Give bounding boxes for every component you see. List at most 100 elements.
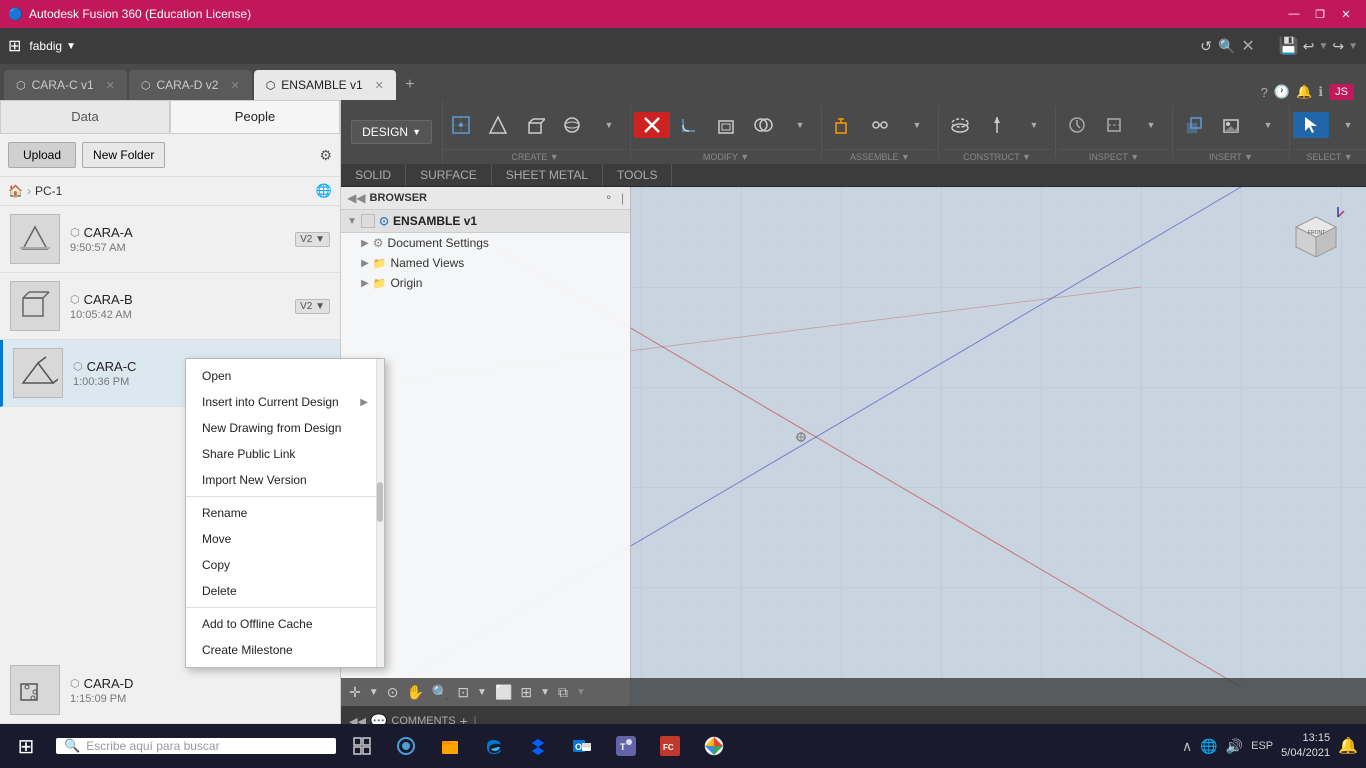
info-icon[interactable]: ℹ <box>1318 84 1323 100</box>
redo-chevron-icon[interactable]: ▼ <box>1348 41 1358 52</box>
history-icon[interactable]: 🕐 <box>1274 84 1290 100</box>
create-sketch-button[interactable] <box>443 112 479 138</box>
taskbar-app-chrome[interactable] <box>692 724 736 768</box>
assemble-new-component-button[interactable] <box>825 112 861 138</box>
vp-tab-solid[interactable]: SOLID <box>341 164 406 186</box>
modify-combine-button[interactable] <box>745 112 781 138</box>
create-revolve-button[interactable] <box>554 112 590 138</box>
assemble-more-button[interactable]: ▼ <box>899 117 935 133</box>
help-icon[interactable]: ? <box>1261 85 1268 100</box>
sidebar-settings-icon[interactable]: ⚙ <box>320 147 333 164</box>
sidebar-tab-people[interactable]: People <box>170 100 340 133</box>
taskbar-app-files[interactable] <box>428 724 472 768</box>
inspect-measure-button[interactable] <box>1059 112 1095 138</box>
language-indicator[interactable]: ESP <box>1251 740 1273 752</box>
ctx-insert[interactable]: Insert into Current Design ▶ <box>186 389 340 415</box>
vp-tab-sheet-metal[interactable]: SHEET METAL <box>492 164 603 186</box>
insert-canvas-button[interactable] <box>1213 112 1249 138</box>
zoom-fit-icon[interactable]: ⊡ <box>457 684 469 701</box>
sidebar-tab-data[interactable]: Data <box>0 100 170 133</box>
orbit-icon[interactable]: ⊙ <box>387 684 399 701</box>
ctx-milestone[interactable]: Create Milestone <box>186 637 340 663</box>
ctx-rename[interactable]: Rename <box>186 500 340 526</box>
add-tab-button[interactable]: + <box>398 70 422 100</box>
modify-more-button[interactable]: ▼ <box>782 117 818 133</box>
taskbar-app-freecad[interactable]: FC <box>648 724 692 768</box>
workspace-selector[interactable]: fabdig ▼ <box>29 39 76 53</box>
ctx-add-offline[interactable]: Add to Offline Cache <box>186 611 340 637</box>
redo-icon[interactable]: ↪ <box>1332 38 1344 55</box>
browser-root-vis-icon[interactable] <box>361 214 375 228</box>
breadcrumb-home-icon[interactable]: 🏠 <box>8 184 23 198</box>
start-button[interactable]: ⊞ <box>0 724 52 768</box>
tray-volume-icon[interactable]: 🔊 <box>1226 738 1243 755</box>
taskbar-app-outlook[interactable]: O <box>560 724 604 768</box>
refresh-icon[interactable]: ↺ <box>1200 38 1212 55</box>
modify-press-pull-button[interactable] <box>634 112 670 138</box>
maximize-button[interactable]: ❐ <box>1308 4 1332 24</box>
cara-d-tab-close[interactable]: ✕ <box>230 79 239 92</box>
taskbar-app-cortana[interactable] <box>384 724 428 768</box>
ctx-delete[interactable]: Delete <box>186 578 340 604</box>
file-item-cara-b[interactable]: ⬡ CARA-B 10:05:42 AM V2 ▼ <box>0 273 340 340</box>
time-display[interactable]: 13:15 5/04/2021 <box>1281 731 1330 762</box>
taskbar-app-edge[interactable] <box>472 724 516 768</box>
tray-up-icon[interactable]: ∧ <box>1182 738 1192 755</box>
pan-dropdown-icon[interactable]: ▼ <box>369 687 379 698</box>
construct-offset-plane-button[interactable] <box>942 112 978 138</box>
tab-cara-c[interactable]: ⬡ CARA-C v1 ✕ <box>4 70 127 100</box>
viewport-area[interactable]: ◀◀ BROWSER ⚬ | ▼ ⊙ ENSAMBLE v1 ▶ ⚙ Docum… <box>341 187 1366 706</box>
inspect-section-button[interactable] <box>1096 112 1132 138</box>
ctx-move[interactable]: Move <box>186 526 340 552</box>
browser-root-item[interactable]: ▼ ⊙ ENSAMBLE v1 <box>341 210 630 233</box>
tab-cara-d[interactable]: ⬡ CARA-D v2 ✕ <box>129 70 252 100</box>
taskbar-app-dropbox[interactable] <box>516 724 560 768</box>
tray-network-icon[interactable]: 🌐 <box>1200 738 1217 755</box>
file-item-cara-a[interactable]: ⬡ CARA-A 9:50:57 AM V2 ▼ <box>0 206 340 273</box>
new-folder-button[interactable]: New Folder <box>82 142 165 168</box>
ctx-new-drawing[interactable]: New Drawing from Design <box>186 415 340 441</box>
close-button[interactable]: ✕ <box>1334 4 1358 24</box>
upload-button[interactable]: Upload <box>8 142 76 168</box>
insert-more-button[interactable]: ▼ <box>1250 117 1286 133</box>
assemble-joint-button[interactable] <box>862 112 898 138</box>
breadcrumb-pc1[interactable]: PC-1 <box>35 184 62 198</box>
browser-options-icon[interactable]: ⚬ <box>605 193 613 204</box>
taskbar-app-task-view[interactable] <box>340 724 384 768</box>
ctx-share[interactable]: Share Public Link <box>186 441 340 467</box>
save-icon[interactable]: 💾 <box>1279 36 1299 56</box>
ctx-copy[interactable]: Copy <box>186 552 340 578</box>
construct-axis-button[interactable] <box>979 112 1015 138</box>
create-more-button[interactable]: ▼ <box>591 117 627 133</box>
insert-derive-button[interactable] <box>1176 112 1212 138</box>
cara-a-version-badge[interactable]: V2 ▼ <box>295 232 330 247</box>
modify-shell-button[interactable] <box>708 112 744 138</box>
nav-cube[interactable]: FRONT <box>1286 197 1346 257</box>
taskbar-search-bar[interactable]: 🔍 Escribe aquí para buscar <box>56 738 336 754</box>
browser-collapse-icon[interactable]: ◀◀ <box>347 191 365 205</box>
cara-c-tab-close[interactable]: ✕ <box>106 79 115 92</box>
create-form-button[interactable] <box>480 112 516 138</box>
viewport-settings-icon[interactable]: ⧉ <box>558 684 568 701</box>
panel-close-icon[interactable]: ✕ <box>1241 36 1254 56</box>
search-icon[interactable]: 🔍 <box>1218 38 1235 55</box>
browser-pin-icon[interactable]: | <box>621 191 624 205</box>
vp-tab-tools[interactable]: TOOLS <box>603 164 672 186</box>
undo-chevron-icon[interactable]: ▼ <box>1318 41 1328 52</box>
ctx-import-version[interactable]: Import New Version <box>186 467 340 493</box>
browser-item-named-views[interactable]: ▶ 📁 Named Views <box>341 253 630 273</box>
breadcrumb-globe-icon[interactable]: 🌐 <box>316 183 332 199</box>
browser-item-doc-settings[interactable]: ▶ ⚙ Document Settings <box>341 233 630 253</box>
tab-ensamble[interactable]: ⬡ ENSAMBLE v1 ✕ <box>254 70 396 100</box>
browser-item-origin[interactable]: ▶ 📁 Origin <box>341 273 630 293</box>
display-settings-icon[interactable]: ⬜ <box>495 684 512 701</box>
grid-settings-icon[interactable]: ⊞ <box>520 684 532 701</box>
modify-fillet-button[interactable] <box>671 112 707 138</box>
apps-grid-icon[interactable]: ⊞ <box>8 36 21 56</box>
undo-icon[interactable]: ↩ <box>1303 38 1315 55</box>
vp-tab-surface[interactable]: SURFACE <box>406 164 492 186</box>
select-more-button[interactable]: ▼ <box>1330 117 1366 133</box>
taskbar-app-teams[interactable]: T <box>604 724 648 768</box>
cara-b-version-badge[interactable]: V2 ▼ <box>295 299 330 314</box>
pan-icon[interactable]: ✛ <box>349 684 361 701</box>
